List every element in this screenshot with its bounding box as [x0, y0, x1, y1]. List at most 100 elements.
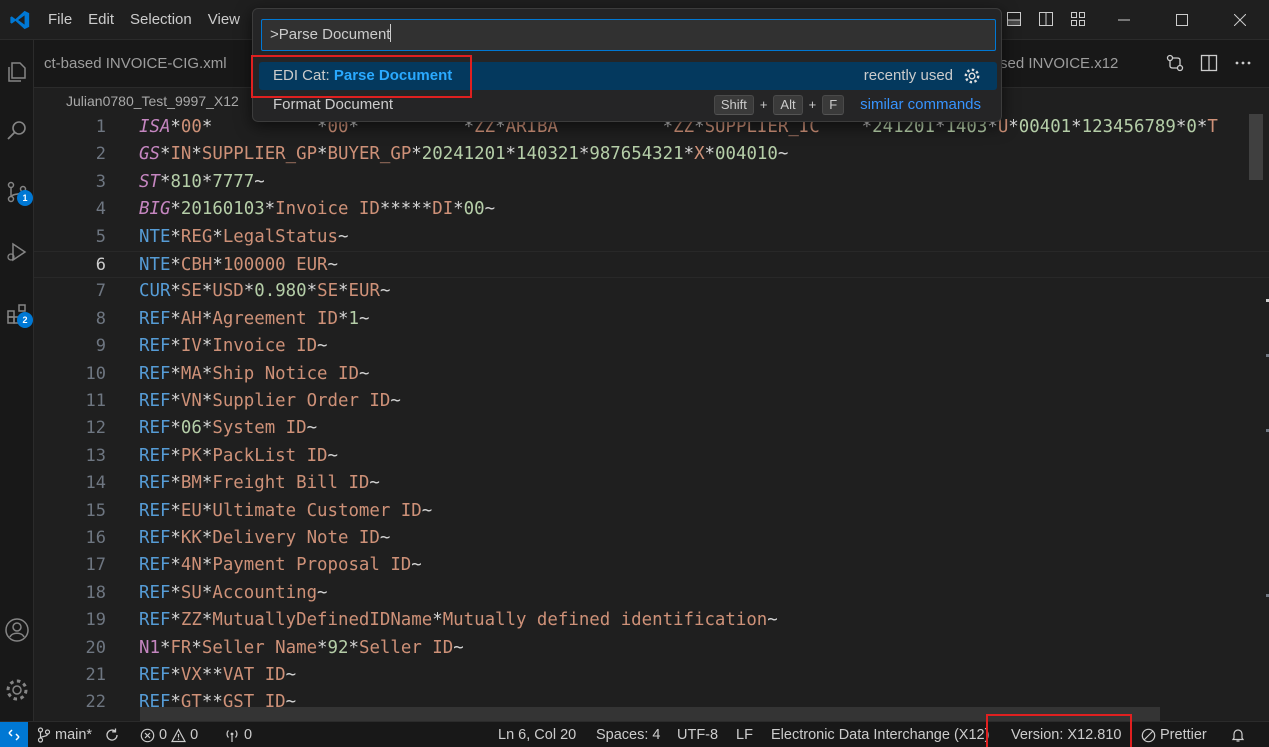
branch-icon [37, 727, 51, 743]
code-line[interactable]: 12 REF*06*System ID~ [34, 415, 1269, 442]
code-token: EU [180, 500, 202, 521]
command-palette-input[interactable]: >Parse Document [261, 19, 996, 51]
manage-gear-icon[interactable] [0, 670, 34, 710]
toggle-secondary-sidebar-icon[interactable] [1035, 8, 1057, 30]
code-line[interactable]: 6 NTE*CBH*100000 EUR~ [34, 251, 1269, 278]
sync-icon[interactable] [104, 722, 120, 747]
code-line[interactable]: 21 REF*VX**VAT ID~ [34, 662, 1269, 689]
prettier-status[interactable]: Prettier [1141, 722, 1207, 747]
line-content: REF*KK*Delivery Note ID~ [139, 525, 390, 552]
code-token: 92 [327, 637, 349, 658]
code-line[interactable]: 10 REF*MA*Ship Notice ID~ [34, 361, 1269, 388]
code-token: NTE [139, 255, 171, 275]
extensions-icon[interactable]: 2 [0, 294, 34, 334]
open-changes-icon[interactable] [1165, 53, 1185, 77]
code-line[interactable]: 2 GS*IN*SUPPLIER_GP*BUYER_GP*20241201*140… [34, 141, 1269, 168]
line-number: 21 [85, 665, 106, 685]
code-token: REF [139, 418, 171, 439]
tab-invoice-cig-xml[interactable]: ct-based INVOICE-CIG.xml [44, 40, 244, 88]
indentation[interactable]: Spaces: 4 [596, 722, 661, 747]
code-token: * [201, 528, 213, 548]
maximize-icon[interactable] [1153, 0, 1211, 40]
line-number: 12 [85, 418, 106, 439]
configure-keybinding-gear-icon[interactable] [963, 67, 981, 85]
code-line[interactable]: 14 REF*BM*Freight Bill ID~ [34, 470, 1269, 497]
code-token: * [201, 445, 213, 466]
menu-view[interactable]: View [200, 10, 248, 30]
code-line[interactable]: 9 REF*IV*Invoice ID~ [34, 333, 1269, 360]
menu-file[interactable]: File [40, 10, 80, 30]
code-token: Mutually defined identification [442, 610, 768, 631]
code-token: ~ [306, 418, 318, 439]
code-line[interactable]: 8 REF*AH*Agreement ID*1~ [34, 306, 1269, 333]
line-content: REF*AH*Agreement ID*1~ [139, 306, 369, 333]
search-icon[interactable] [0, 110, 34, 150]
code-line[interactable]: 13 REF*PK*PackList ID~ [34, 443, 1269, 470]
code-token: Invoice ID [212, 336, 318, 357]
menu-edit[interactable]: Edit [80, 10, 122, 30]
code-token: ZZ [180, 610, 202, 631]
code-token: 20241201 [421, 144, 506, 165]
code-token: FR [170, 637, 192, 658]
close-icon[interactable] [1211, 0, 1269, 40]
end-of-line[interactable]: LF [736, 722, 753, 747]
branch-status[interactable]: main* [37, 722, 92, 747]
ports-status[interactable]: 0 [224, 722, 252, 747]
line-number: 14 [85, 473, 106, 494]
code-line[interactable]: 11 REF*VN*Supplier Order ID~ [34, 388, 1269, 415]
code-token: Supplier Order ID [212, 391, 391, 411]
code-token: ~ [317, 336, 328, 357]
code-token: 987654321 [589, 144, 684, 165]
code-line[interactable]: 16 REF*KK*Delivery Note ID~ [34, 525, 1269, 552]
line-number: 5 [95, 226, 106, 247]
toggle-panel-icon[interactable] [1003, 8, 1025, 30]
code-token: * [1175, 117, 1187, 137]
code-line[interactable]: 7 CUR*SE*USD*0.980*SE*EUR~ [34, 278, 1269, 305]
notifications-bell-icon[interactable] [1230, 722, 1246, 747]
key-separator: + [808, 97, 817, 112]
key-separator: + [759, 97, 768, 112]
code-token: Agreement ID [212, 308, 338, 329]
remote-indicator-icon[interactable] [0, 722, 28, 747]
code-token: MA [180, 363, 202, 384]
encoding[interactable]: UTF-8 [677, 722, 718, 747]
code-line[interactable]: 3 ST*810*7777~ [34, 169, 1269, 196]
cursor-position[interactable]: Ln 6, Col 20 [498, 722, 576, 747]
source-control-icon[interactable]: 1 [0, 172, 34, 212]
language-mode[interactable]: Electronic Data Interchange (X12) [771, 722, 989, 747]
code-line[interactable]: 5 NTE*REG*LegalStatus~ [34, 224, 1269, 251]
code-line[interactable]: 15 REF*EU*Ultimate Customer ID~ [34, 498, 1269, 525]
code-token: ~ [390, 391, 401, 411]
code-token: ~ [379, 281, 391, 302]
code-token: ST [139, 171, 160, 192]
code-token: ~ [285, 665, 297, 685]
code-line[interactable]: 20 N1*FR*Seller Name*92*Seller ID~ [34, 635, 1269, 662]
tab-invoice-x12[interactable]: sed INVOICE.x12 [1000, 40, 1130, 88]
breadcrumb[interactable]: Julian0780_Test_9997_X12 [66, 88, 239, 114]
explorer-icon[interactable] [0, 52, 34, 92]
code-token: 00 [463, 199, 485, 220]
code-line[interactable]: 4 BIG*20160103*Invoice ID*****DI*00~ [34, 196, 1269, 223]
code-line[interactable]: 19 REF*ZZ*MutuallyDefinedIDName*Mutually … [34, 607, 1269, 634]
line-content: REF*BM*Freight Bill ID~ [139, 470, 380, 497]
code-token: 00401 [1018, 117, 1072, 137]
more-actions-icon[interactable] [1233, 53, 1253, 77]
menu-selection[interactable]: Selection [122, 10, 200, 30]
split-editor-icon[interactable] [1199, 53, 1219, 77]
vertical-scrollbar[interactable] [1249, 114, 1263, 180]
customize-layout-icon[interactable] [1067, 8, 1089, 30]
line-content: REF*PK*PackList ID~ [139, 443, 338, 470]
prettier-disabled-icon [1141, 728, 1156, 742]
run-debug-icon[interactable] [0, 232, 34, 272]
code-token: SE [180, 281, 202, 302]
code-token: * [505, 144, 517, 165]
code-token: ~ [453, 637, 464, 658]
code-editor[interactable]: 1 ISA*00* *00* *ZZ*ARIBA *ZZ*SUPPLIER_IC … [34, 114, 1269, 721]
minimize-icon[interactable] [1095, 0, 1153, 40]
accounts-icon[interactable] [0, 610, 34, 650]
similar-commands-link[interactable]: similar commands [860, 91, 981, 119]
code-line[interactable]: 17 REF*4N*Payment Proposal ID~ [34, 552, 1269, 579]
command-label: Format Document [273, 96, 394, 113]
code-line[interactable]: 18 REF*SU*Accounting~ [34, 580, 1269, 607]
problems-status[interactable]: 0 0 [140, 722, 198, 747]
